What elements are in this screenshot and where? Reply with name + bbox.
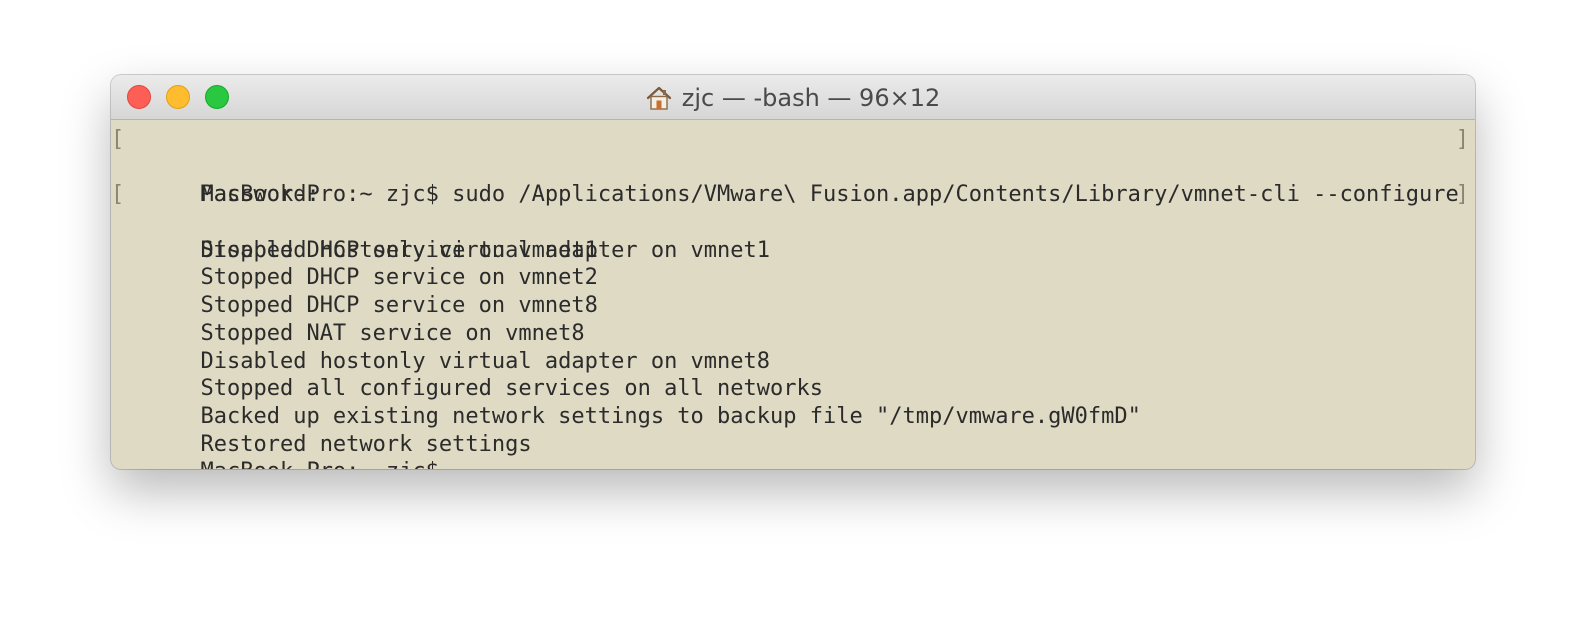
terminal-window: zjc — -bash — 96×12 [ MacBook-Pro:~ zjc$…: [111, 75, 1475, 469]
terminal-line: Stopped DHCP service on vmnet2: [111, 237, 1475, 290]
terminal-line: Stopped NAT service on vmnet8: [111, 292, 1475, 346]
terminal-output[interactable]: [ MacBook-Pro:~ zjc$ sudo /Applications/…: [111, 120, 1475, 469]
window-title: zjc — -bash — 96×12: [681, 83, 941, 112]
bracket-close: ]: [1455, 127, 1469, 152]
shell-prompt: MacBook-Pro:~ zjc$: [200, 459, 438, 469]
terminal-line: Disabled hostonly virtual adapter on vmn…: [111, 320, 1475, 374]
terminal-line: Password:: [111, 154, 1475, 207]
terminal-line: [ MacBook-Pro:~ zjc$ sudo /Applications/…: [111, 126, 1475, 207]
terminal-line: MacBook-Pro:~ zjc$: [111, 431, 1475, 469]
window-title-group: zjc — -bash — 96×12: [111, 75, 1475, 120]
terminal-line: Disabled hostonly virtual adapter on vmn…: [111, 209, 1475, 263]
bracket-open: [: [111, 182, 125, 208]
title-bar[interactable]: zjc — -bash — 96×12: [111, 75, 1475, 120]
bracket-close: ]: [1455, 182, 1469, 208]
terminal-line: Stopped all configured services on all n…: [111, 348, 1475, 401]
terminal-line: Restored network settings: [111, 403, 1475, 457]
terminal-line: Stopped DHCP service on vmnet8: [111, 264, 1475, 318]
terminal-line: Backed up existing network settings to b…: [111, 375, 1475, 429]
home-icon: [646, 86, 671, 110]
terminal-line: [ Stopped DHCP service on vmnet1 ]: [111, 181, 1475, 262]
bracket-open: [: [111, 127, 125, 152]
